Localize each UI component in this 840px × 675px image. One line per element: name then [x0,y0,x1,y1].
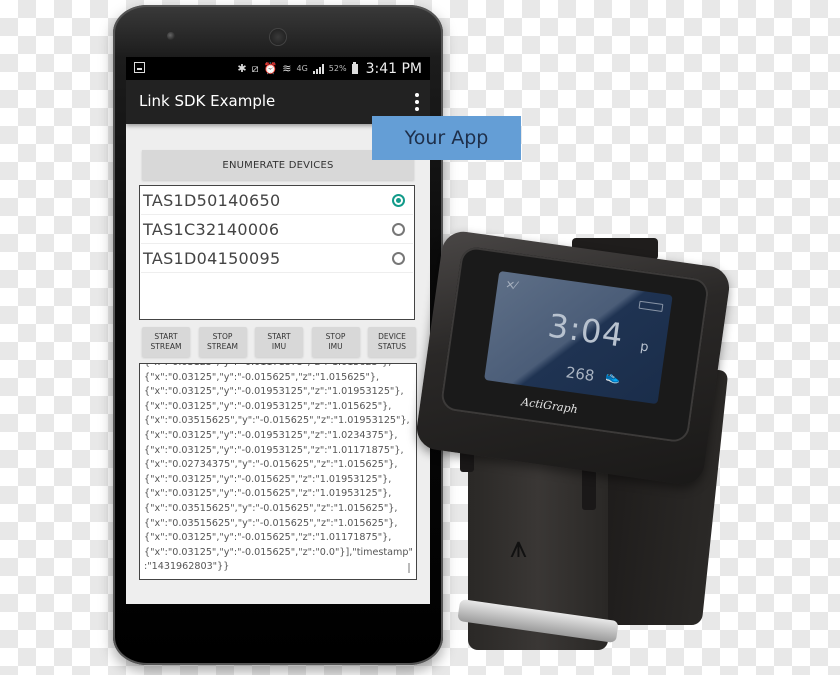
stop-stream-button[interactable]: STOP STREAM [198,327,247,357]
your-app-callout: Your App [372,116,521,160]
battery-icon [638,300,664,312]
alarm-icon: ⏰ [263,62,278,75]
activity-icon: ✕⁄ [504,277,518,293]
bluetooth-icon: ✱ [237,62,247,75]
button-label: STOP [325,332,346,341]
log-output[interactable]: {"x":"0.03125","y":"-0.01171875","z":"1.… [139,363,417,580]
radio-unselected-icon[interactable] [392,222,405,236]
signal-icon [312,63,324,74]
status-icons: ✱ ⧄ ⏰ ≋ 4G 52% 3:41 PM [237,57,422,80]
earpiece-speaker [270,29,286,45]
actigraph-watch: ⩚ ✕⁄ 3:04 p 268 👟 ActiGraph [414,228,840,675]
start-stream-button[interactable]: START STREAM [142,327,190,357]
radio-unselected-icon[interactable] [392,251,405,265]
button-label: DEVICE [378,332,406,341]
shoe-icon: 👟 [604,368,622,385]
device-list: TAS1D50140650 TAS1C32140006 TAS1D0415009… [139,185,415,320]
log-text: {"x":"0.03125","y":"-0.01171875","z":"1.… [144,364,413,573]
watch-time: 3:04 [545,306,627,355]
button-label: START [267,332,291,341]
strap-logo-icon: ⩚ [510,530,527,565]
device-item[interactable]: TAS1D50140650 [141,186,413,215]
overflow-menu-icon[interactable] [414,93,420,111]
status-bar: ✱ ⧄ ⏰ ≋ 4G 52% 3:41 PM [126,57,430,80]
device-status-button[interactable]: DEVICE STATUS [368,327,416,357]
watch-case: ✕⁄ 3:04 p 268 👟 ActiGraph [414,228,732,488]
button-label: START [154,332,178,341]
radio-selected-icon[interactable] [392,193,405,207]
device-serial: TAS1D50140650 [143,190,281,210]
status-time: 3:41 PM [365,60,422,77]
watch-brand-logo: ActiGraph [520,395,579,417]
button-label: STREAM [150,342,182,351]
watch-steps: 268 [564,363,596,386]
stop-imu-button[interactable]: STOP IMU [311,327,360,357]
wifi-icon: ≋ [282,62,292,75]
watch-lug [582,466,596,510]
phone-device: ✱ ⧄ ⏰ ≋ 4G 52% 3:41 PM Link SDK Example … [113,5,443,665]
start-imu-button[interactable]: START IMU [255,327,303,357]
scrollbar[interactable] [408,563,410,573]
network-type: 4G [296,64,308,73]
action-buttons: START STREAM STOP STREAM START IMU STOP IMU … [142,327,416,357]
device-serial: TAS1C32140006 [143,219,280,239]
device-serial: TAS1D04150095 [143,248,281,268]
watch-ampm: p [639,339,650,356]
button-label: IMU [271,342,287,351]
front-camera [167,32,175,40]
button-label: STREAM [207,342,238,351]
button-label: IMU [328,342,343,351]
device-item[interactable]: TAS1D04150095 [141,244,413,273]
button-label: STOP [212,332,233,341]
image-notification-icon [134,62,145,73]
watch-display: ✕⁄ 3:04 p 268 👟 [484,270,673,405]
device-item[interactable]: TAS1C32140006 [141,215,413,244]
app-title: Link SDK Example [139,92,276,110]
vibrate-mute-icon: ⧄ [251,61,259,75]
battery-percent: 52% [328,64,347,73]
battery-icon [351,61,358,74]
watch-bezel: ✕⁄ 3:04 p 268 👟 ActiGraph [439,245,711,444]
button-label: STATUS [377,342,407,351]
